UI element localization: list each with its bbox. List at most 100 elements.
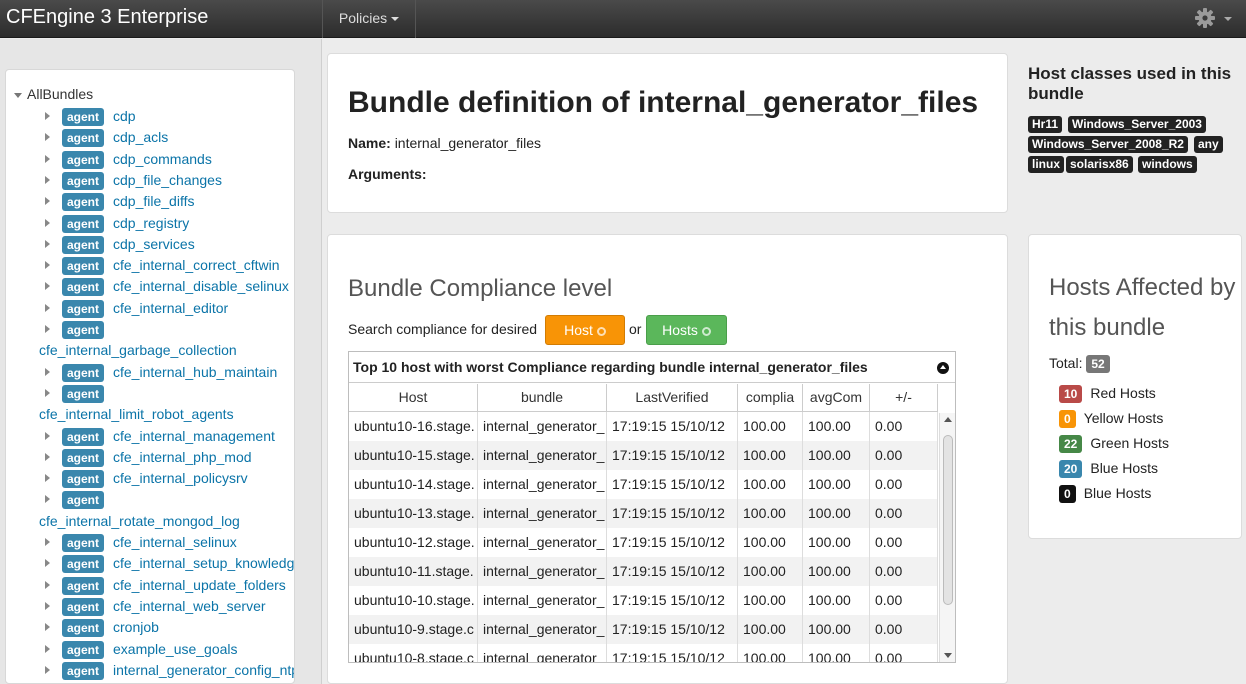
expand-right-icon[interactable] bbox=[45, 112, 50, 120]
bundle-link[interactable]: cfe_internal_management bbox=[113, 428, 275, 444]
expand-right-icon[interactable] bbox=[45, 304, 50, 312]
expand-right-icon[interactable] bbox=[45, 368, 50, 376]
bundle-link[interactable]: cfe_internal_correct_cftwin bbox=[113, 257, 280, 273]
bundle-link[interactable]: cdp_file_changes bbox=[113, 172, 222, 188]
settings-menu[interactable] bbox=[1194, 7, 1234, 31]
tree-row[interactable]: agent cfe_internal_hub_maintain bbox=[6, 363, 294, 383]
class-tag[interactable]: linux bbox=[1028, 156, 1065, 173]
bundle-link[interactable]: cfe_internal_selinux bbox=[113, 534, 237, 550]
expand-right-icon[interactable] bbox=[45, 645, 50, 653]
tree-row[interactable]: agent cfe_internal_policysrv bbox=[6, 469, 294, 489]
host-status-item[interactable]: 20 Blue Hosts bbox=[1059, 460, 1158, 478]
expand-right-icon[interactable] bbox=[45, 602, 50, 610]
table-row[interactable]: ubuntu10-10.stage. internal_generator_ 17:… bbox=[349, 586, 938, 615]
expand-right-icon[interactable] bbox=[45, 495, 50, 503]
expand-right-icon[interactable] bbox=[45, 559, 50, 567]
tree-row[interactable]: agent cfe_internal_disable_selinux bbox=[6, 277, 294, 297]
bundle-link[interactable]: cfe_internal_update_folders bbox=[113, 577, 286, 593]
expand-right-icon[interactable] bbox=[45, 219, 50, 227]
expand-right-icon[interactable] bbox=[45, 240, 50, 248]
column-header[interactable]: +/- bbox=[870, 384, 938, 412]
tree-row[interactable]: agent internal_generator_config_ntp bbox=[6, 661, 294, 681]
table-scrollbar[interactable] bbox=[939, 413, 955, 662]
bundle-link[interactable]: cfe_internal_rotate_mongod_log bbox=[39, 513, 240, 529]
table-row[interactable]: ubuntu10-14.stage. internal_generator_ 17:… bbox=[349, 470, 938, 499]
expand-right-icon[interactable] bbox=[45, 282, 50, 290]
expand-right-icon[interactable] bbox=[45, 581, 50, 589]
host-status-item[interactable]: 10 Red Hosts bbox=[1059, 385, 1156, 403]
tree-row[interactable]: agent cdp_acls bbox=[6, 128, 294, 148]
expand-right-icon[interactable] bbox=[45, 538, 50, 546]
bundle-link[interactable]: cdp_commands bbox=[113, 151, 212, 167]
tree-row[interactable]: agent cdp_services bbox=[6, 235, 294, 255]
column-header[interactable]: Host bbox=[349, 384, 478, 412]
column-header[interactable]: complia bbox=[738, 384, 803, 412]
tree-row[interactable]: agent cdp_file_diffs bbox=[6, 192, 294, 212]
hosts-search-button[interactable]: Hosts bbox=[646, 315, 727, 345]
expand-right-icon[interactable] bbox=[45, 261, 50, 269]
scroll-up-icon[interactable] bbox=[944, 417, 952, 422]
policies-menu[interactable]: Policies bbox=[323, 0, 415, 38]
expand-right-icon[interactable] bbox=[45, 133, 50, 141]
bundle-link[interactable]: cdp_registry bbox=[113, 215, 189, 231]
expand-right-icon[interactable] bbox=[45, 389, 50, 397]
collapse-icon[interactable] bbox=[937, 362, 949, 374]
expand-right-icon[interactable] bbox=[45, 474, 50, 482]
expand-right-icon[interactable] bbox=[45, 623, 50, 631]
class-tag[interactable]: solarisx86 bbox=[1066, 156, 1133, 173]
bundle-link[interactable]: cfe_internal_hub_maintain bbox=[113, 364, 277, 380]
table-row[interactable]: ubuntu10-12.stage. internal_generator_ 17:… bbox=[349, 528, 938, 557]
tree-row[interactable]: agent cfe_internal_correct_cftwin bbox=[6, 256, 294, 276]
table-row[interactable]: ubuntu10-8.stage.c internal_generator_ 17:… bbox=[349, 644, 938, 662]
bundle-link[interactable]: cfe_internal_php_mod bbox=[113, 449, 252, 465]
tree-row[interactable]: agent cdp_registry bbox=[6, 214, 294, 234]
host-status-item[interactable]: 0 Yellow Hosts bbox=[1059, 410, 1163, 428]
tree-row[interactable]: cfe_internal_garbage_collection bbox=[6, 341, 294, 361]
host-search-button[interactable]: Host bbox=[545, 315, 625, 345]
bundle-link[interactable]: cfe_internal_policysrv bbox=[113, 470, 248, 486]
tree-row[interactable]: agent cfe_internal_setup_knowledge bbox=[6, 554, 294, 574]
class-tag[interactable]: Windows_Server_2008_R2 bbox=[1028, 136, 1188, 153]
class-tag[interactable]: Hr11 bbox=[1028, 116, 1063, 133]
class-tag[interactable]: windows bbox=[1138, 156, 1197, 173]
expand-right-icon[interactable] bbox=[45, 666, 50, 674]
host-status-item[interactable]: 0 Blue Hosts bbox=[1059, 485, 1151, 503]
column-header[interactable]: LastVerified bbox=[607, 384, 738, 412]
tree-row[interactable]: agent bbox=[6, 320, 294, 340]
bundle-link[interactable]: cfe_internal_garbage_collection bbox=[39, 342, 237, 358]
tree-row[interactable]: agent cfe_internal_editor bbox=[6, 299, 294, 319]
expand-right-icon[interactable] bbox=[45, 432, 50, 440]
expand-right-icon[interactable] bbox=[45, 325, 50, 333]
tree-row[interactable]: agent cronjob bbox=[6, 618, 294, 638]
scroll-thumb[interactable] bbox=[943, 435, 953, 605]
expand-right-icon[interactable] bbox=[45, 197, 50, 205]
bundle-link[interactable]: cdp_acls bbox=[113, 129, 168, 145]
bundle-link[interactable]: cdp bbox=[113, 108, 136, 124]
expand-right-icon[interactable] bbox=[45, 176, 50, 184]
bundle-link[interactable]: cfe_internal_setup_knowledge bbox=[113, 555, 294, 571]
tree-row[interactable]: agent cdp_commands bbox=[6, 150, 294, 170]
bundle-link[interactable]: example_use_goals bbox=[113, 641, 238, 657]
table-row[interactable]: ubuntu10-15.stage. internal_generator_ 17:… bbox=[349, 441, 938, 470]
table-row[interactable]: ubuntu10-9.stage.c internal_generator_ 17:… bbox=[349, 615, 938, 644]
tree-row[interactable]: cfe_internal_rotate_mongod_log bbox=[6, 512, 294, 532]
table-row[interactable]: ubuntu10-16.stage. internal_generator_ 17:… bbox=[349, 412, 938, 441]
bundle-link[interactable]: cfe_internal_editor bbox=[113, 300, 228, 316]
bundle-link[interactable]: cdp_services bbox=[113, 236, 195, 252]
tree-row[interactable]: agent bbox=[6, 384, 294, 404]
bundle-link[interactable]: internal_generator_config_ntp bbox=[113, 662, 294, 678]
bundle-link[interactable]: cdp_file_diffs bbox=[113, 193, 194, 209]
expand-right-icon[interactable] bbox=[45, 155, 50, 163]
tree-row[interactable]: agent example_use_goals bbox=[6, 640, 294, 660]
column-header[interactable]: bundle bbox=[478, 384, 607, 412]
bundle-link[interactable]: cronjob bbox=[113, 619, 159, 635]
tree-row[interactable]: agent cdp_file_changes bbox=[6, 171, 294, 191]
tree-row[interactable]: agent cfe_internal_web_server bbox=[6, 597, 294, 617]
brand-title[interactable]: CFEngine 3 Enterprise bbox=[6, 6, 208, 29]
class-tag[interactable]: any bbox=[1194, 136, 1223, 153]
host-status-item[interactable]: 22 Green Hosts bbox=[1059, 435, 1169, 453]
tree-row[interactable]: agent bbox=[6, 490, 294, 510]
tree-row[interactable]: agent cfe_internal_management bbox=[6, 427, 294, 447]
tree-row[interactable]: agent cfe_internal_php_mod bbox=[6, 448, 294, 468]
tree-row[interactable]: agent cfe_internal_update_folders bbox=[6, 576, 294, 596]
